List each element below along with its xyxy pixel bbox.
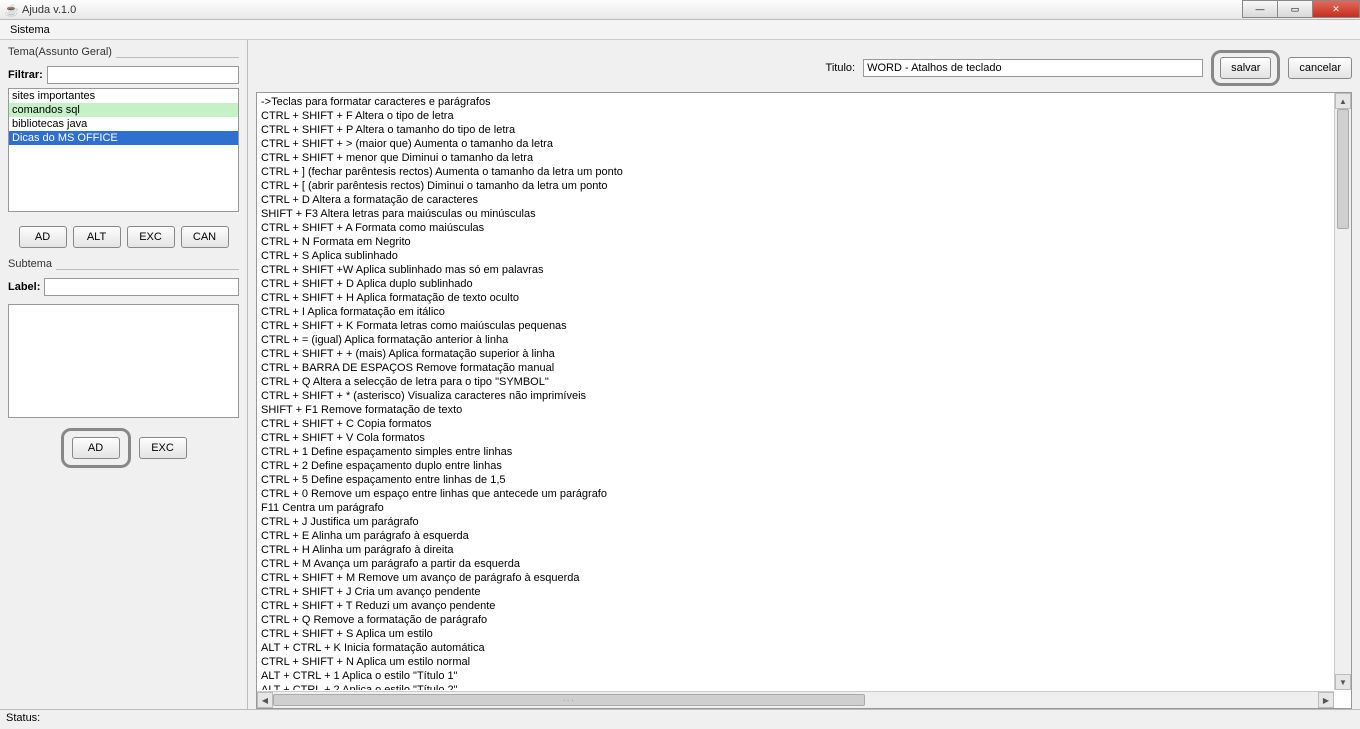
minimize-button[interactable]: — — [1242, 0, 1278, 18]
scroll-up-icon[interactable]: ▲ — [1335, 93, 1351, 109]
salvar-highlight: salvar — [1211, 50, 1280, 86]
tema-list-item[interactable]: comandos sql — [9, 103, 238, 117]
close-button[interactable]: ✕ — [1312, 0, 1360, 18]
filtrar-label: Filtrar: — [8, 69, 43, 81]
subtema-list[interactable] — [8, 304, 239, 418]
filtrar-input[interactable] — [47, 66, 239, 84]
tema-exc-button[interactable]: EXC — [127, 226, 175, 248]
maximize-button[interactable]: ▭ — [1277, 0, 1313, 18]
scroll-left-icon[interactable]: ◀ — [257, 692, 273, 708]
menu-sistema[interactable]: Sistema — [6, 22, 54, 38]
java-icon: ☕ — [4, 3, 18, 17]
horizontal-scrollbar[interactable]: ◀ ∙∙∙ ▶ — [257, 691, 1334, 708]
right-panel: Titulo: salvar cancelar ->Teclas para fo… — [248, 40, 1360, 709]
left-panel: Tema(Assunto Geral) Filtrar: sites impor… — [0, 40, 248, 709]
content-textarea[interactable]: ->Teclas para formatar caracteres e pará… — [256, 92, 1352, 709]
titulo-input[interactable] — [863, 59, 1203, 77]
status-bar: Status: — [0, 710, 1360, 728]
titlebar: ☕ Ajuda v.1.0 — ▭ ✕ — [0, 0, 1360, 20]
tema-legend: Tema(Assunto Geral) — [8, 46, 239, 62]
cancelar-button[interactable]: cancelar — [1288, 57, 1352, 79]
subtema-ad-button[interactable]: AD — [72, 437, 120, 459]
subtema-legend: Subtema — [8, 258, 239, 274]
hscroll-thumb[interactable]: ∙∙∙ — [273, 694, 865, 706]
titulo-label: Titulo: — [826, 62, 856, 74]
subtema-ad-highlight: AD — [61, 428, 131, 468]
vscroll-thumb[interactable] — [1337, 109, 1349, 229]
tema-list-item[interactable]: sites importantes — [9, 89, 238, 103]
tema-list-item[interactable]: bibliotecas java — [9, 117, 238, 131]
subtema-exc-button[interactable]: EXC — [139, 437, 187, 459]
menubar: Sistema — [0, 20, 1360, 40]
content-text: ->Teclas para formatar caracteres e pará… — [259, 93, 1333, 690]
tema-list[interactable]: sites importantescomandos sqlbibliotecas… — [8, 88, 239, 212]
subtema-label-label: Label: — [8, 281, 40, 293]
tema-list-item[interactable]: Dicas do MS OFFICE — [9, 131, 238, 145]
scroll-down-icon[interactable]: ▼ — [1335, 674, 1351, 690]
status-label: Status: — [6, 712, 40, 724]
scroll-right-icon[interactable]: ▶ — [1318, 692, 1334, 708]
salvar-button[interactable]: salvar — [1220, 57, 1271, 79]
tema-ad-button[interactable]: AD — [19, 226, 67, 248]
tema-alt-button[interactable]: ALT — [73, 226, 121, 248]
vertical-scrollbar[interactable]: ▲ ▼ — [1334, 93, 1351, 690]
window-title: Ajuda v.1.0 — [22, 4, 76, 16]
subtema-label-input[interactable] — [44, 278, 239, 296]
window-buttons: — ▭ ✕ — [1243, 0, 1360, 18]
tema-can-button[interactable]: CAN — [181, 226, 229, 248]
